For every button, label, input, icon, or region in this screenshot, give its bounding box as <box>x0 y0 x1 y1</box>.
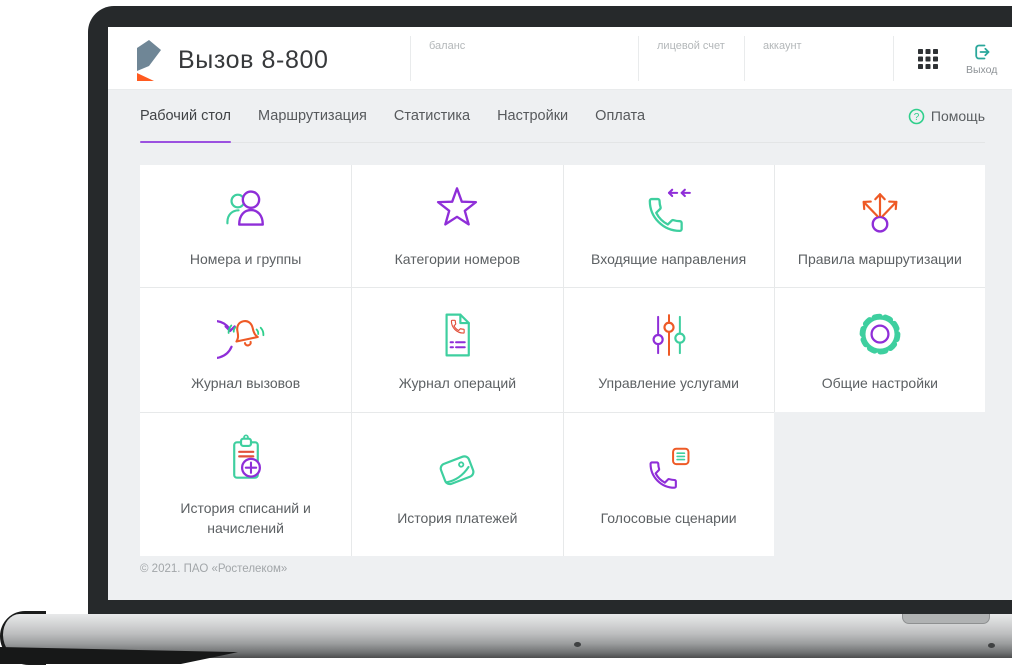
settings-gear-icon <box>859 314 901 355</box>
main-nav: Рабочий стол Маршрутизация Статистика На… <box>140 90 985 143</box>
voice-scenarios-phone-icon <box>649 447 690 489</box>
laptop-base-foot <box>988 643 995 648</box>
charges-history-clipboard-icon <box>232 434 261 479</box>
tile-routing-rules[interactable]: Правила маршрутизации <box>773 165 985 287</box>
logout-icon <box>975 44 990 59</box>
tile-label: История платежей <box>397 509 518 526</box>
tile-general-settings[interactable]: Общие настройки <box>773 287 985 412</box>
services-sliders-icon <box>652 314 686 357</box>
header-actions: Выход <box>893 36 1012 81</box>
tab-routing[interactable]: Маршрутизация <box>258 90 367 142</box>
svg-text:?: ? <box>914 112 920 123</box>
app-header: Вызов 8-800 баланс лицевой счет аккаунт <box>108 27 1012 90</box>
star-icon <box>437 187 478 226</box>
tile-label: Журнал операций <box>398 375 517 392</box>
tile-call-log[interactable]: Журнал вызовов <box>140 287 352 412</box>
copyright-text: © 2021. ПАО «Ростелеком» <box>140 563 288 575</box>
app-logo[interactable]: Вызов 8-800 <box>134 38 329 82</box>
call-log-bell-icon <box>216 320 264 360</box>
tile-numbers-groups[interactable]: Номера и группы <box>140 165 352 287</box>
payments-wallet-icon <box>440 455 475 485</box>
logout-button[interactable]: Выход <box>966 42 997 76</box>
account-label: аккаунт <box>763 40 802 52</box>
tile-label: Номера и группы <box>189 251 302 268</box>
operations-document-icon <box>445 313 471 357</box>
balance-field: баланс <box>410 36 638 81</box>
tab-desktop[interactable]: Рабочий стол <box>140 90 232 143</box>
tile-label: Управление услугами <box>598 375 739 392</box>
tile-label: Общие настройки <box>821 375 938 392</box>
app-body: Рабочий стол Маршрутизация Статистика На… <box>108 90 1012 600</box>
people-icon <box>225 190 264 227</box>
personal-account-label: лицевой счет <box>657 40 725 52</box>
question-circle-icon: ? <box>908 108 925 124</box>
tab-payment[interactable]: Оплата <box>595 90 645 142</box>
tile-label: Входящие направления <box>591 251 747 268</box>
logout-label: Выход <box>966 63 998 76</box>
tile-number-categories[interactable]: Категории номеров <box>351 165 563 287</box>
incoming-call-icon <box>648 189 691 233</box>
apps-grid-icon[interactable] <box>918 48 938 69</box>
tile-label: История списаний и начислений <box>180 499 311 536</box>
empty-grid-cell <box>774 412 985 556</box>
page-title: Вызов 8-800 <box>178 45 329 74</box>
balance-label: баланс <box>429 40 466 52</box>
tile-voice-scenarios[interactable]: Голосовые сценарии <box>562 412 774 556</box>
tile-label: Журнал вызовов <box>191 375 301 392</box>
tile-label: Голосовые сценарии <box>600 509 737 526</box>
routing-arrows-icon <box>862 193 898 233</box>
tab-settings[interactable]: Настройки <box>497 90 568 142</box>
tile-operations-log[interactable]: Журнал операций <box>351 287 563 412</box>
personal-account-field: лицевой счет <box>638 36 744 81</box>
help-link[interactable]: ? Помощь <box>908 90 985 142</box>
account-field: аккаунт <box>744 36 893 81</box>
dashboard-grid: Номера и группы Категории номеров Входящ… <box>140 165 985 556</box>
laptop-base-notch <box>902 614 990 624</box>
laptop-base-foot <box>574 642 581 647</box>
tab-statistics[interactable]: Статистика <box>394 90 470 142</box>
tile-label: Категории номеров <box>394 251 521 268</box>
tile-incoming-directions[interactable]: Входящие направления <box>562 165 774 287</box>
help-label: Помощь <box>930 108 985 124</box>
brand-logo-icon <box>137 40 161 81</box>
tile-services-management[interactable]: Управление услугами <box>562 287 774 412</box>
laptop-screen: Вызов 8-800 баланс лицевой счет аккаунт <box>108 27 1012 600</box>
tile-payments-history[interactable]: История платежей <box>351 412 563 556</box>
tile-label: Правила маршрутизации <box>797 251 962 268</box>
tile-charges-history[interactable]: История списаний и начислений <box>140 412 352 556</box>
